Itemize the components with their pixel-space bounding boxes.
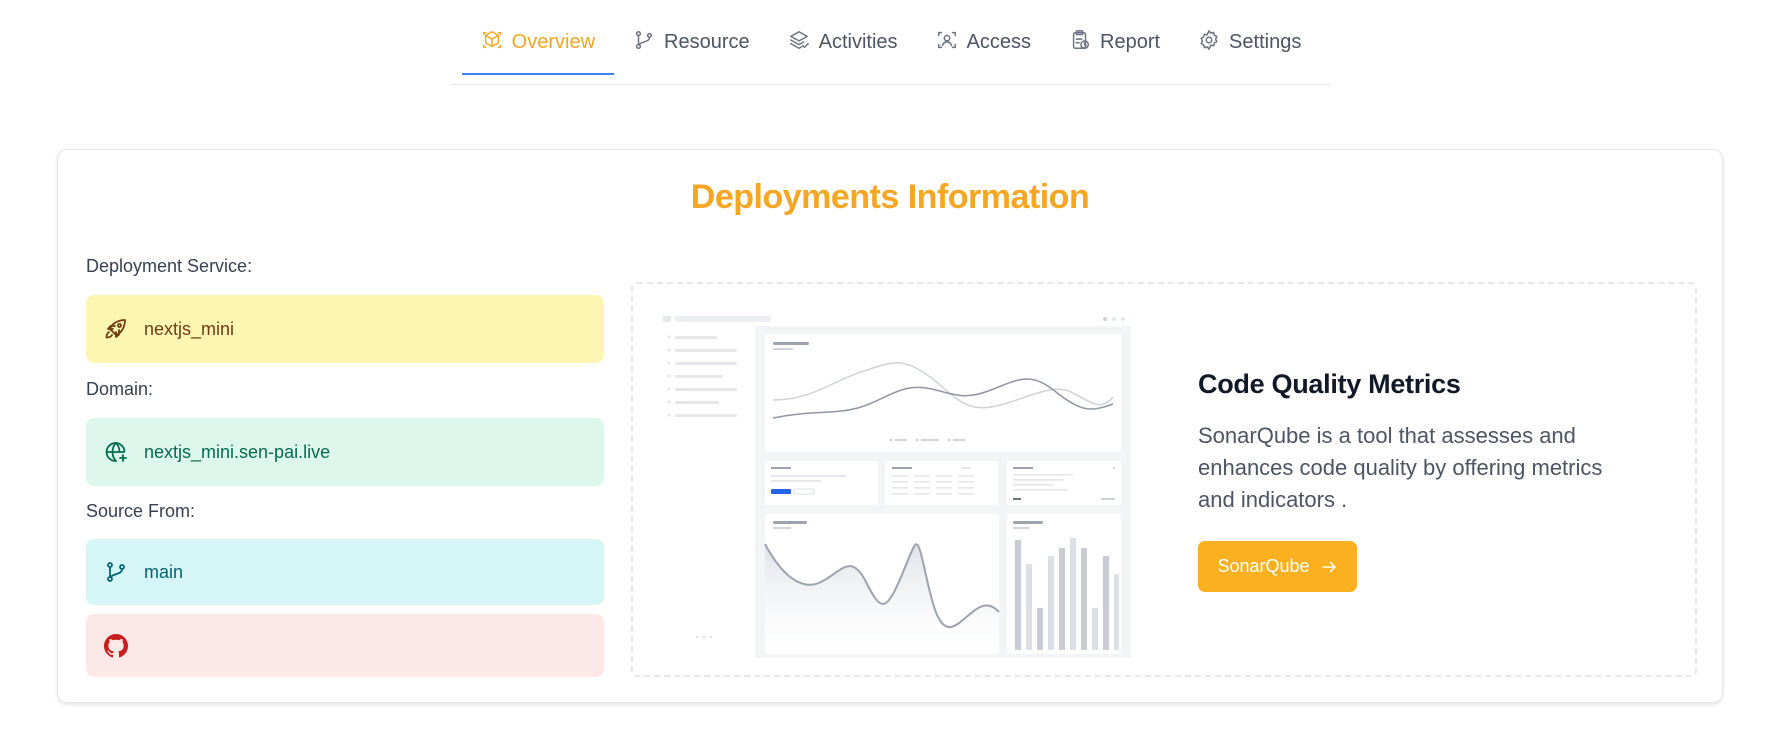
code-quality-panel: Code Quality Metrics SonarQube is a tool…: [631, 282, 1697, 677]
tab-overview[interactable]: Overview: [461, 0, 615, 84]
card-title: Deployments Information: [690, 178, 1090, 216]
tab-settings-label: Settings: [1229, 30, 1302, 53]
source-value: main: [144, 561, 184, 582]
code-quality-description: SonarQube is a tool that assesses and en…: [1198, 423, 1603, 512]
gear-icon: [1200, 30, 1218, 50]
rocket-icon: [105, 319, 126, 339]
dashboard-illustration: [663, 316, 1131, 658]
domain-value: nextjs_mini.sen-pai.live: [144, 441, 331, 462]
tab-settings[interactable]: Settings: [1179, 0, 1320, 84]
deployment-service-value: nextjs_mini: [144, 318, 235, 339]
domain-field: nextjs_mini.sen-pai.live: [86, 418, 604, 486]
tab-report[interactable]: Report: [1050, 0, 1179, 84]
tab-activities-label: Activities: [818, 30, 898, 53]
tab-report-label: Report: [1100, 30, 1161, 53]
tab-resource-label: Resource: [664, 30, 750, 53]
deployment-info-card: Deployments Information Deployment Servi…: [57, 149, 1723, 703]
cube-icon: [482, 31, 501, 49]
code-quality-title: Code Quality Metrics: [1198, 369, 1461, 399]
tab-access[interactable]: Access: [917, 0, 1050, 84]
source-label: Source From:: [86, 501, 196, 521]
layers-icon: [789, 31, 809, 49]
github-link[interactable]: [86, 614, 604, 677]
tab-resource[interactable]: Resource: [614, 0, 769, 84]
globe-plus-icon: [105, 442, 127, 462]
arrow-right-icon: [1321, 561, 1336, 572]
deployment-service-label: Deployment Service:: [86, 256, 253, 276]
github-icon: [104, 633, 128, 657]
tab-activities[interactable]: Activities: [769, 0, 917, 84]
git-branch-icon: [107, 562, 125, 582]
tab-bar: Overview Resource Activities Access Repo…: [451, 0, 1331, 85]
deployment-service-field: nextjs_mini: [86, 295, 604, 363]
git-branch-icon: [635, 31, 653, 49]
sonarqube-button-label: SonarQube: [1217, 556, 1310, 576]
clipboard-clock-icon: [1072, 30, 1089, 49]
source-field: main: [86, 539, 604, 605]
scan-face-icon: [937, 31, 956, 49]
tab-overview-label: Overview: [511, 30, 596, 53]
domain-label: Domain:: [86, 379, 154, 399]
tab-access-label: Access: [966, 30, 1032, 53]
sonarqube-button[interactable]: SonarQube: [1198, 541, 1357, 592]
